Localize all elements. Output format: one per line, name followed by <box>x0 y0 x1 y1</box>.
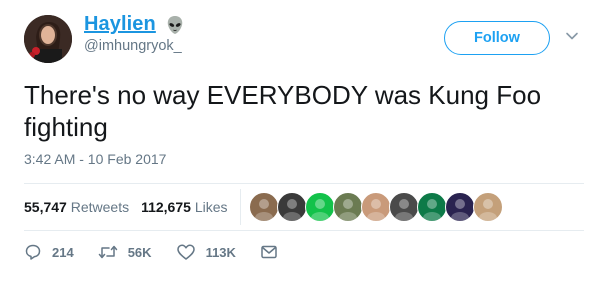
likes-label: Likes <box>194 199 228 215</box>
retweets-stat[interactable]: 55,747 Retweets <box>24 199 129 215</box>
divider-top <box>24 183 584 184</box>
retweets-label: Retweets <box>70 199 130 215</box>
retweet-action[interactable]: 56K <box>98 243 152 261</box>
divider-bottom <box>24 230 584 231</box>
likers-avatars <box>248 192 503 222</box>
retweet-count: 56K <box>127 244 152 260</box>
user-name-row: Haylien <box>84 13 186 36</box>
avatar-image <box>24 15 72 63</box>
like-count: 113K <box>205 244 236 260</box>
liker-avatar[interactable] <box>444 192 475 222</box>
avatar[interactable] <box>24 15 72 63</box>
liker-avatar[interactable] <box>472 192 503 222</box>
envelope-icon <box>261 245 277 259</box>
liker-avatar[interactable] <box>276 192 307 222</box>
tweet-timestamp[interactable]: 3:42 AM - 10 Feb 2017 <box>24 151 166 167</box>
reply-icon <box>25 244 41 260</box>
reply-action[interactable]: 214 <box>24 243 74 261</box>
display-name[interactable]: Haylien <box>84 13 156 36</box>
retweets-count: 55,747 <box>24 199 67 215</box>
liker-avatar[interactable] <box>416 192 447 222</box>
alien-emoji-icon <box>167 15 183 34</box>
liker-avatar[interactable] <box>304 192 335 222</box>
follow-button[interactable]: Follow <box>444 21 550 55</box>
reply-count: 214 <box>52 244 74 260</box>
chevron-down-icon[interactable] <box>565 29 579 43</box>
likes-stat[interactable]: 112,675 Likes <box>141 199 227 215</box>
tweet-actions: 214 56K 113K <box>24 243 312 261</box>
liker-avatar[interactable] <box>248 192 279 222</box>
tweet-text: There's no way EVERYBODY was Kung Foo fi… <box>24 80 542 142</box>
direct-message-action[interactable] <box>260 244 288 260</box>
likes-count: 112,675 <box>141 199 191 215</box>
like-action[interactable]: 113K <box>176 243 236 261</box>
heart-icon <box>176 244 195 260</box>
liker-avatar[interactable] <box>388 192 419 222</box>
liker-avatar[interactable] <box>332 192 363 222</box>
user-handle[interactable]: @imhungryok_ <box>84 38 182 54</box>
stats-divider <box>239 189 241 225</box>
retweet-icon <box>98 245 117 259</box>
liker-avatar[interactable] <box>360 192 391 222</box>
engagement-stats: 55,747 Retweets 112,675 Likes <box>24 187 503 227</box>
